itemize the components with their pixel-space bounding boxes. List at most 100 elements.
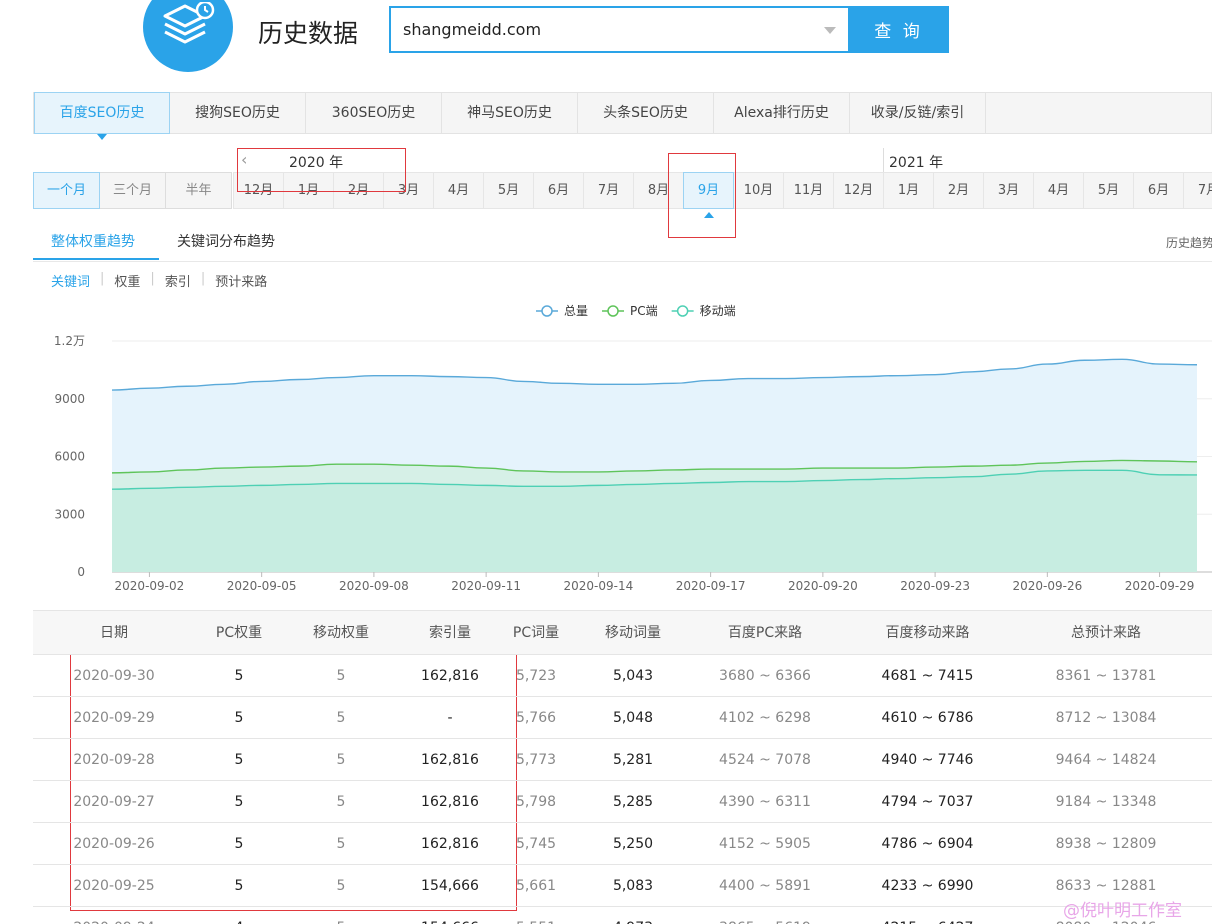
month-item[interactable]: 12月 <box>233 172 284 209</box>
table-row: 2020-09-29 5 5 - 5,766 5,048 4102 ~ 6298 4610 ~… <box>33 697 1212 739</box>
table-cell: 5,083 <box>612 878 654 894</box>
tab-shenma-seo[interactable]: 神马SEO历史 <box>442 93 578 133</box>
month-item[interactable]: 11月 <box>783 172 834 209</box>
year-label-2020: 2020 年 <box>289 155 344 171</box>
chevron-left-icon[interactable]: ‹ <box>241 150 247 169</box>
tab-toutiao-seo[interactable]: 头条SEO历史 <box>578 93 714 133</box>
logo <box>143 0 233 72</box>
table-cell: 5,043 <box>612 668 654 684</box>
range-one-month[interactable]: 一个月 <box>33 172 100 209</box>
tab-baidu-seo[interactable]: 百度SEO历史 <box>34 92 170 140</box>
table-cell: 2020-09-26 <box>73 836 155 852</box>
keyword-trend-chart: 0 3000 6000 9000 1.2万 2020-09-02 2020-09-05 202… <box>54 304 1212 593</box>
range-half-year[interactable]: 半年 <box>165 172 232 209</box>
month-item[interactable]: 7月 <box>1183 172 1212 209</box>
table-row: 2020-09-25 5 5 154,666 5,661 5,083 4400 ~ 5891… <box>33 865 1212 907</box>
tab-index-links[interactable]: 收录/反链/索引 <box>850 93 986 133</box>
filter-traffic[interactable]: 预计来路 <box>215 271 267 290</box>
month-item[interactable]: 2月 <box>933 172 984 209</box>
column-header: 日期 <box>100 625 128 641</box>
subtab-keyword-trend[interactable]: 关键词分布趋势 <box>177 231 275 251</box>
month-item[interactable]: 4月 <box>1033 172 1084 209</box>
table-cell: 4681 ~ 7415 <box>881 668 974 684</box>
table-cell: 5 <box>234 752 244 768</box>
y-tick-label: 3000 <box>54 507 85 521</box>
month-item[interactable]: 7月 <box>583 172 634 209</box>
legend-swatch-marker <box>541 305 553 317</box>
column-header: 移动词量 <box>605 625 661 641</box>
month-item[interactable]: 6月 <box>1133 172 1184 209</box>
table-cell: 5,250 <box>612 836 654 852</box>
filter-keywords[interactable]: 关键词 <box>51 271 90 290</box>
month-item[interactable]: 4月 <box>433 172 484 209</box>
month-item[interactable]: 12月 <box>833 172 884 209</box>
table-cell: 4390 ~ 6311 <box>719 794 811 810</box>
month-item[interactable]: 1月 <box>283 172 334 209</box>
month-item-selected[interactable]: 9月 <box>683 172 734 218</box>
trend-subtabs: 整体权重趋势 关键词分布趋势 历史趋势 <box>33 222 1212 262</box>
table-cell: 8712 ~ 13084 <box>1055 710 1157 726</box>
table-row: 2020-09-27 5 5 162,816 5,798 5,285 4390 ~ 6311… <box>33 781 1212 823</box>
month-item[interactable]: 5月 <box>1083 172 1134 209</box>
month-item[interactable]: 3月 <box>983 172 1034 209</box>
filter-weight[interactable]: 权重 <box>114 271 140 290</box>
year-label-2021: 2021 年 <box>889 155 944 171</box>
table-cell: 5,551 <box>501 907 571 924</box>
search-button[interactable]: 查 询 <box>848 6 949 53</box>
legend-label: 移动端 <box>700 304 736 318</box>
range-three-months[interactable]: 三个月 <box>99 172 166 209</box>
x-tick-label: 2020-09-20 <box>788 579 858 593</box>
table-cell: 9464 ~ 14824 <box>1055 752 1157 768</box>
month-item[interactable]: 8月 <box>633 172 684 209</box>
table-header: 日期 PC权重 移动权重 索引量 PC词量 移动词量 百度PC来路 百度移动来路 总预计来路 <box>33 611 1212 655</box>
month-item[interactable]: 10月 <box>733 172 784 209</box>
table-cell: 5 <box>336 710 346 726</box>
domain-search-field[interactable] <box>389 6 848 53</box>
column-header: PC权重 <box>215 625 263 641</box>
table-cell: 162,816 <box>421 668 479 684</box>
table-cell: 5,766 <box>515 710 557 726</box>
subtab-underline <box>33 258 159 260</box>
column-header: 百度移动来路 <box>885 625 970 641</box>
table-cell: 2020-09-27 <box>73 794 155 810</box>
subtab-weight-trend[interactable]: 整体权重趋势 <box>51 231 135 251</box>
month-item[interactable]: 2月 <box>333 172 384 209</box>
filter-index[interactable]: 索引 <box>165 271 191 290</box>
x-tick-label: 2020-09-05 <box>227 579 297 593</box>
metric-filters: 关键词 | 权重 | 索引 | 预计来路 <box>51 271 277 290</box>
column-header: 百度PC来路 <box>727 625 803 641</box>
table-cell: 5 <box>336 794 346 810</box>
table-cell: 8938 ~ 12809 <box>1055 836 1157 852</box>
tab-sogou-seo[interactable]: 搜狗SEO历史 <box>170 93 306 133</box>
tab-360-seo[interactable]: 360SEO历史 <box>306 93 442 133</box>
table-row: 2020-09-2445154,6665,5514,9733865 ~ 5619… <box>33 907 1212 924</box>
history-trend-link[interactable]: 历史趋势 <box>1166 234 1212 251</box>
column-header: 索引量 <box>429 625 471 641</box>
legend-swatch-marker <box>676 305 689 317</box>
range-selector: 一个月 三个月 半年 <box>33 172 232 209</box>
watermark-text: @倪叶明工作室 <box>1063 901 1182 921</box>
x-tick-label: 2020-09-29 <box>1125 579 1195 593</box>
table-cell: 5 <box>336 878 346 894</box>
dropdown-caret-icon[interactable] <box>824 27 836 34</box>
table-cell: 4524 ~ 7078 <box>719 752 811 768</box>
table-cell: 5,281 <box>612 752 654 768</box>
legend-label: PC端 <box>630 304 658 318</box>
table-row: 2020-09-30 5 5 162,816 5,723 5,043 3680 ~ 6366… <box>33 655 1212 697</box>
table-cell: 5,048 <box>612 710 654 726</box>
month-item[interactable]: 1月 <box>883 172 934 209</box>
x-tick-label: 2020-09-26 <box>1012 579 1082 593</box>
table-cell: 3680 ~ 6366 <box>719 668 811 684</box>
month-item[interactable]: 6月 <box>533 172 584 209</box>
table-cell: 154,666 <box>421 878 479 894</box>
month-item[interactable]: 3月 <box>383 172 434 209</box>
table-cell: 162,816 <box>421 752 479 768</box>
table-cell: 5 <box>234 878 244 894</box>
column-header: 总预计来路 <box>1071 625 1141 641</box>
history-tabs: 百度SEO历史 搜狗SEO历史 360SEO历史 神马SEO历史 头条SEO历史… <box>33 92 1212 140</box>
month-item[interactable]: 5月 <box>483 172 534 209</box>
month-selector: 12月 1月 2月 3月 4月 5月 6月 7月 8月 9月 10月 11月 1… <box>233 172 1212 218</box>
domain-input[interactable] <box>391 8 791 51</box>
table-cell: 2020-09-24 <box>33 907 195 924</box>
tab-alexa[interactable]: Alexa排行历史 <box>714 93 850 133</box>
